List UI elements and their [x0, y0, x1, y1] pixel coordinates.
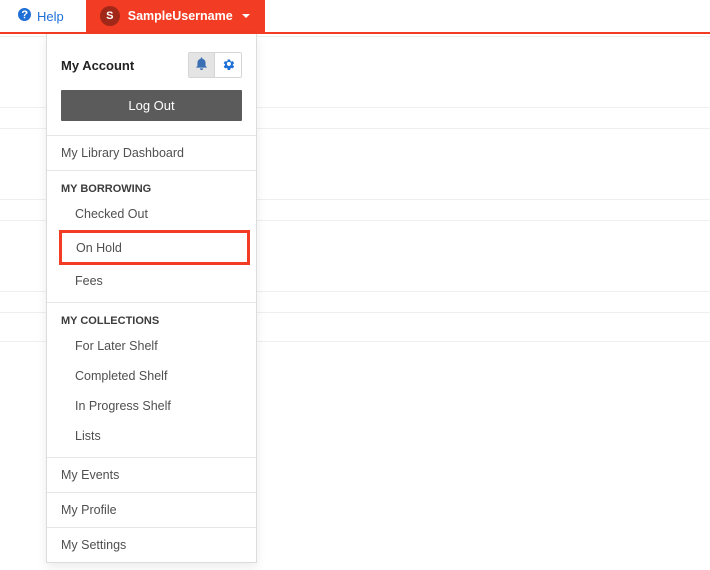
- dropdown-title: My Account: [61, 58, 134, 73]
- menu-on-hold-highlight: On Hold: [59, 230, 250, 265]
- menu-events[interactable]: My Events: [47, 458, 256, 492]
- help-link[interactable]: Help: [0, 0, 78, 32]
- chevron-down-icon: [241, 9, 251, 24]
- account-dropdown: My Account Log Out My Library Dashboard …: [46, 34, 257, 563]
- username-label: SampleUsername: [128, 9, 233, 23]
- menu-fees[interactable]: Fees: [47, 266, 256, 296]
- question-icon: [18, 8, 31, 24]
- notifications-button[interactable]: [189, 53, 215, 77]
- help-label: Help: [37, 9, 64, 24]
- section-collections: MY COLLECTIONS: [47, 303, 256, 331]
- menu-in-progress-shelf[interactable]: In Progress Shelf: [47, 391, 256, 421]
- gear-icon: [222, 57, 235, 73]
- dropdown-header-icons: [188, 52, 242, 78]
- menu-on-hold[interactable]: On Hold: [76, 241, 122, 255]
- menu-later-shelf[interactable]: For Later Shelf: [47, 331, 256, 361]
- menu-completed-shelf[interactable]: Completed Shelf: [47, 361, 256, 391]
- menu-profile[interactable]: My Profile: [47, 493, 256, 527]
- avatar: S: [100, 6, 120, 26]
- user-menu-toggle[interactable]: S SampleUsername: [86, 0, 265, 32]
- menu-settings[interactable]: My Settings: [47, 528, 256, 562]
- menu-checked-out[interactable]: Checked Out: [47, 199, 256, 229]
- topbar: Help S SampleUsername: [0, 0, 710, 34]
- settings-button[interactable]: [215, 53, 241, 77]
- dropdown-header: My Account: [47, 34, 256, 90]
- bell-icon: [195, 57, 208, 73]
- logout-button[interactable]: Log Out: [61, 90, 242, 121]
- section-borrowing: MY BORROWING: [47, 171, 256, 199]
- menu-lists[interactable]: Lists: [47, 421, 256, 451]
- menu-dashboard[interactable]: My Library Dashboard: [47, 136, 256, 170]
